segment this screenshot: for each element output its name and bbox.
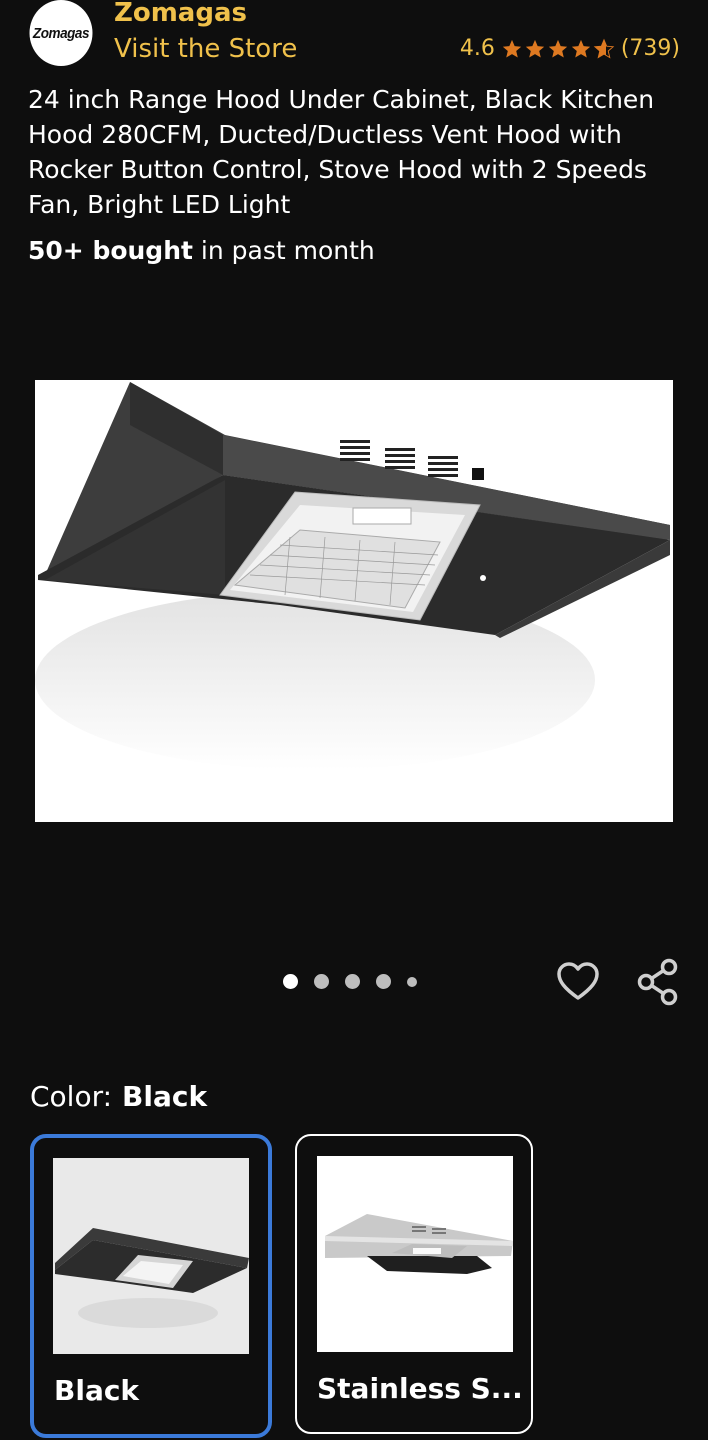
product-image[interactable]	[35, 380, 673, 822]
review-count: (739)	[620, 36, 680, 61]
brand-name[interactable]: Zomagas	[114, 0, 247, 28]
color-label: Color: Black	[30, 1080, 207, 1113]
star-half-icon	[593, 38, 615, 58]
visit-store-link[interactable]: Visit the Store	[114, 34, 297, 64]
star-rating	[501, 38, 615, 60]
swatch-label: Black	[54, 1374, 140, 1407]
share-icon[interactable]	[636, 958, 680, 1006]
product-title: 24 inch Range Hood Under Cabinet, Black …	[28, 85, 655, 219]
rating-value: 4.6	[459, 36, 495, 61]
swatch-image-stainless	[317, 1156, 513, 1352]
pagination-dot[interactable]	[345, 974, 360, 989]
pagination-dot[interactable]	[314, 974, 329, 989]
swatch-label: Stainless S...	[317, 1372, 523, 1405]
star-icon	[525, 39, 544, 58]
star-icon	[502, 39, 521, 58]
color-label-prefix: Color:	[30, 1080, 113, 1113]
rating-summary[interactable]: 4.6 (739)	[460, 36, 680, 61]
pagination-dot[interactable]	[407, 976, 417, 987]
star-icon	[571, 39, 590, 58]
pagination-dot[interactable]	[376, 974, 391, 989]
color-selected-value: Black	[122, 1080, 208, 1113]
pagination-dot[interactable]	[283, 974, 298, 989]
store-logo[interactable]: Zomagas	[29, 0, 93, 66]
color-option-black[interactable]: Black	[30, 1134, 272, 1438]
bought-count-bold: 50+ bought	[28, 236, 193, 265]
color-option-stainless[interactable]: Stainless S...	[295, 1134, 533, 1434]
image-pagination[interactable]	[283, 974, 417, 989]
bought-count-rest: in past month	[192, 236, 375, 265]
heart-icon[interactable]	[556, 960, 600, 1004]
bought-count: 50+ bought in past month	[28, 236, 375, 265]
star-icon	[548, 39, 567, 58]
swatch-image-black	[53, 1158, 249, 1354]
range-hood-illustration	[35, 380, 673, 822]
